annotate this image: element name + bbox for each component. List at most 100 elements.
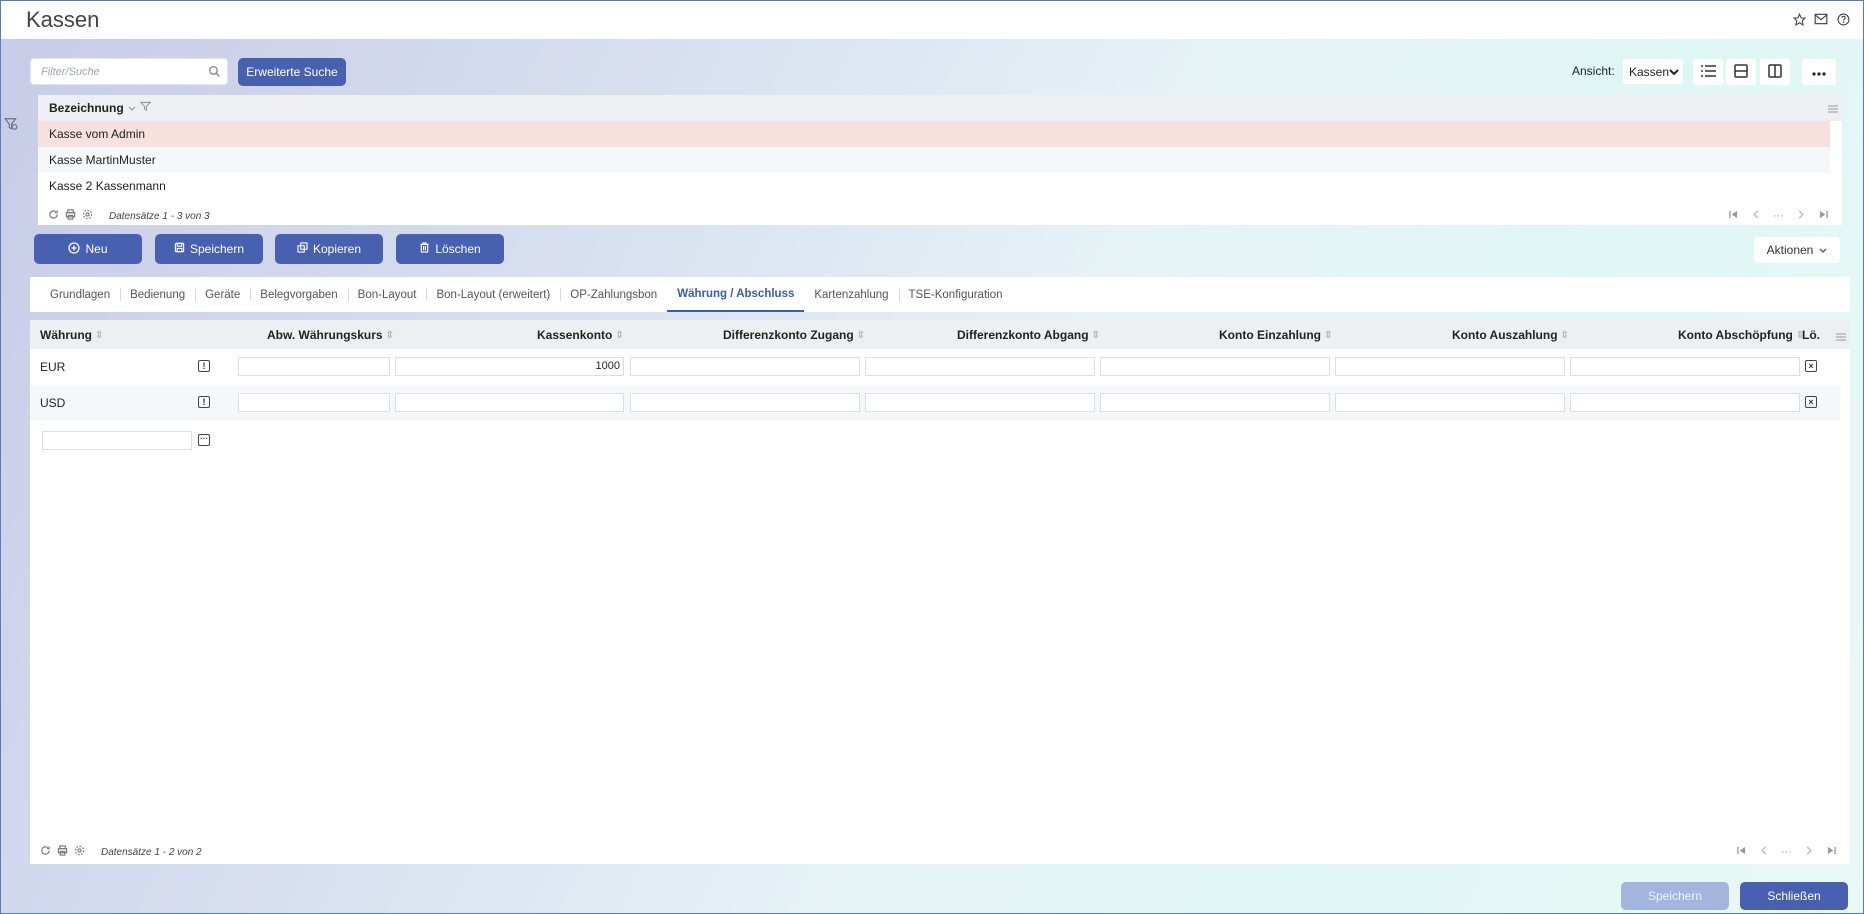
column-header-skim[interactable]: Konto Abschöpfung ⇳ bbox=[1678, 328, 1804, 342]
more-horizontal-icon bbox=[1812, 65, 1826, 79]
print-icon[interactable] bbox=[65, 209, 76, 223]
lookup-icon[interactable]: ! bbox=[198, 396, 210, 408]
list-pager: ··· bbox=[1729, 210, 1828, 222]
next-page-icon[interactable] bbox=[1798, 210, 1805, 222]
save-button[interactable]: Speichern bbox=[155, 234, 263, 264]
column-header-waehrung[interactable]: Währung ⇳ bbox=[40, 328, 103, 342]
delete-row-icon[interactable]: × bbox=[1805, 396, 1817, 408]
cell-rate[interactable] bbox=[238, 393, 390, 412]
filter-panel-icon[interactable] bbox=[3, 117, 20, 133]
sort-icon: ⇳ bbox=[385, 329, 394, 341]
cell-diff-in[interactable] bbox=[630, 357, 860, 376]
last-page-icon[interactable] bbox=[1819, 210, 1828, 222]
column-menu-icon[interactable] bbox=[1828, 102, 1838, 116]
tab-grundlagen[interactable]: Grundlagen bbox=[40, 277, 120, 312]
actions-dropdown[interactable]: Aktionen bbox=[1754, 237, 1840, 263]
refresh-icon[interactable] bbox=[40, 845, 51, 859]
delete-button[interactable]: Löschen bbox=[396, 234, 504, 264]
settings-icon[interactable] bbox=[82, 209, 93, 223]
column-header-rate[interactable]: Abw. Währungskurs ⇳ bbox=[267, 328, 394, 342]
cell-cash-account[interactable]: 1000 bbox=[395, 357, 624, 376]
refresh-icon[interactable] bbox=[48, 209, 59, 223]
new-currency-input[interactable] bbox=[42, 431, 192, 450]
first-page-icon[interactable] bbox=[1729, 210, 1738, 222]
new-button-label: Neu bbox=[85, 242, 108, 256]
cell-diff-out[interactable] bbox=[865, 357, 1095, 376]
first-page-icon[interactable] bbox=[1737, 846, 1746, 858]
settings-icon[interactable] bbox=[74, 845, 85, 859]
split-horizontal-icon bbox=[1734, 63, 1748, 81]
column-filter-icon[interactable] bbox=[139, 101, 151, 115]
list-item-label: Kasse vom Admin bbox=[49, 127, 146, 141]
split-vertical-button[interactable] bbox=[1760, 59, 1790, 85]
list-item[interactable]: Kasse 2 Kassenmann bbox=[38, 173, 1830, 199]
tab-tse-konfiguration[interactable]: TSE-Konfiguration bbox=[898, 277, 1013, 312]
next-page-icon[interactable] bbox=[1806, 846, 1813, 858]
sort-icon: ⇳ bbox=[615, 329, 624, 341]
column-header-label: Differenzkonto Zugang bbox=[723, 328, 854, 342]
tab-waehrung-abschluss[interactable]: Währung / Abschluss bbox=[667, 277, 805, 312]
cell-skim[interactable] bbox=[1570, 393, 1800, 412]
cell-deposit[interactable] bbox=[1100, 357, 1330, 376]
search-input[interactable] bbox=[31, 59, 196, 84]
cell-deposit[interactable] bbox=[1100, 393, 1330, 412]
view-select[interactable]: Kassen bbox=[1623, 59, 1683, 84]
column-header-cash-account[interactable]: Kassenkonto ⇳ bbox=[537, 328, 624, 342]
new-button[interactable]: Neu bbox=[34, 234, 142, 264]
cell-cash-account[interactable] bbox=[395, 393, 624, 412]
tab-bedienung[interactable]: Bedienung bbox=[120, 277, 195, 312]
lookup-icon[interactable]: ! bbox=[198, 360, 210, 372]
extended-search-button[interactable]: Erweiterte Suche bbox=[238, 58, 346, 86]
tab-geraete[interactable]: Geräte bbox=[195, 277, 250, 312]
column-menu-icon[interactable] bbox=[1836, 330, 1846, 344]
cell-payout[interactable] bbox=[1335, 357, 1565, 376]
cell-payout[interactable] bbox=[1335, 393, 1565, 412]
prev-page-icon[interactable] bbox=[1760, 846, 1767, 858]
tab-kartenzahlung[interactable]: Kartenzahlung bbox=[804, 277, 898, 312]
sort-icon: ⇳ bbox=[1560, 329, 1569, 341]
close-button[interactable]: Schließen bbox=[1740, 882, 1848, 910]
column-header-diff-in[interactable]: Differenzkonto Zugang ⇳ bbox=[723, 328, 865, 342]
last-page-icon[interactable] bbox=[1827, 846, 1836, 858]
column-header-payout[interactable]: Konto Auszahlung ⇳ bbox=[1452, 328, 1569, 342]
list-item[interactable]: Kasse vom Admin bbox=[38, 121, 1830, 147]
column-header-label: Konto Einzahlung bbox=[1219, 328, 1321, 342]
column-header-label: Konto Abschöpfung bbox=[1678, 328, 1793, 342]
view-label: Ansicht: bbox=[1572, 64, 1615, 78]
help-icon[interactable] bbox=[1835, 11, 1851, 27]
tab-bon-layout-erweitert[interactable]: Bon-Layout (erweitert) bbox=[426, 277, 560, 312]
tab-op-zahlungsbon[interactable]: OP-Zahlungsbon bbox=[560, 277, 667, 312]
cell-skim[interactable] bbox=[1570, 357, 1800, 376]
tab-belegvorgaben[interactable]: Belegvorgaben bbox=[250, 277, 347, 312]
more-options-button[interactable] bbox=[1802, 59, 1836, 85]
grid-pager: ··· bbox=[1737, 846, 1836, 858]
column-header-label: Konto Auszahlung bbox=[1452, 328, 1558, 342]
column-header-deposit[interactable]: Konto Einzahlung ⇳ bbox=[1219, 328, 1332, 342]
cell-diff-out[interactable] bbox=[865, 393, 1095, 412]
close-button-label: Schließen bbox=[1767, 889, 1821, 903]
search-icon[interactable] bbox=[208, 65, 221, 81]
page-ellipsis-icon: ··· bbox=[1781, 846, 1792, 858]
search-box bbox=[30, 58, 228, 85]
column-header-label: Abw. Währungskurs bbox=[267, 328, 383, 342]
grid-footer: Datensätze 1 - 2 von 2 ··· bbox=[30, 844, 1850, 860]
column-header-bezeichnung[interactable]: Bezeichnung bbox=[49, 101, 124, 115]
print-icon[interactable] bbox=[57, 845, 68, 859]
delete-row-icon[interactable]: × bbox=[1805, 360, 1817, 372]
cell-diff-in[interactable] bbox=[630, 393, 860, 412]
cell-rate[interactable] bbox=[238, 357, 390, 376]
list-item[interactable]: Kasse MartinMuster bbox=[38, 147, 1830, 173]
sort-chevron-icon[interactable] bbox=[128, 101, 136, 115]
footer-save-button[interactable]: Speichern bbox=[1621, 882, 1729, 910]
prev-page-icon[interactable] bbox=[1752, 210, 1759, 222]
list-view-button[interactable] bbox=[1693, 59, 1723, 85]
mail-icon[interactable] bbox=[1813, 11, 1829, 27]
copy-icon bbox=[297, 242, 308, 256]
table-row: EUR ! 1000 × bbox=[30, 349, 1840, 385]
more-lookup-icon[interactable]: ··· bbox=[198, 434, 210, 446]
column-header-diff-out[interactable]: Differenzkonto Abgang ⇳ bbox=[957, 328, 1100, 342]
tab-bon-layout[interactable]: Bon-Layout bbox=[347, 277, 427, 312]
star-icon[interactable] bbox=[1791, 11, 1807, 27]
split-horizontal-button[interactable] bbox=[1726, 59, 1756, 85]
copy-button[interactable]: Kopieren bbox=[275, 234, 383, 264]
